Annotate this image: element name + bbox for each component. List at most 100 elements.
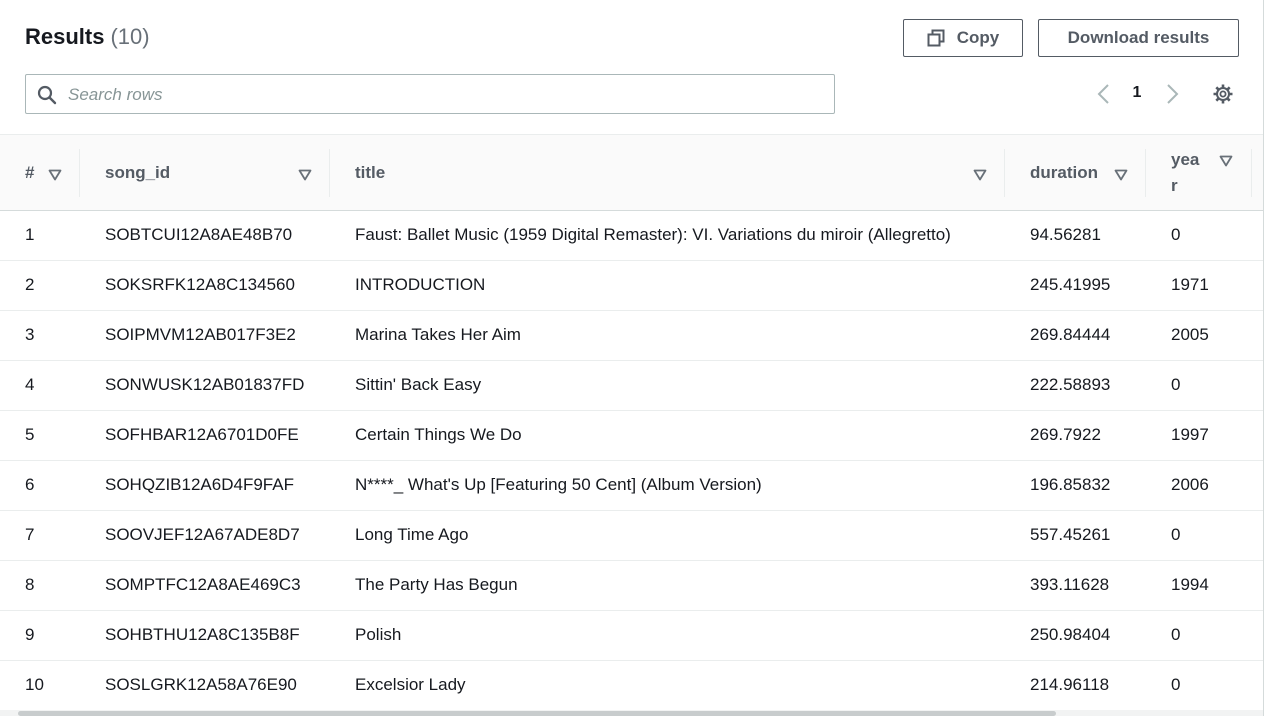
cell-duration: 245.41995 [1030,275,1111,294]
cell-row-number: 5 [25,425,35,444]
search-input[interactable] [66,81,830,109]
column-header-title[interactable]: title [330,135,1005,211]
table-row[interactable]: 6 SOHQZIB12A6D4F9FAF N****_ What's Up [F… [0,461,1263,511]
cell-year: 0 [1171,525,1181,544]
cell-title: N****_ What's Up [Featuring 50 Cent] (Al… [355,475,762,494]
page-number-button[interactable]: 1 [1125,84,1149,102]
cell-title: Polish [355,625,402,644]
caret-down-icon[interactable] [1114,168,1128,181]
cell-year: 2005 [1171,325,1209,344]
cell-song-id: SOOVJEF12A67ADE8D7 [105,525,300,544]
results-title-label: Results [25,24,105,49]
caret-down-icon[interactable] [48,168,62,181]
cell-row-number: 9 [25,625,35,644]
table-body: 1 SOBTCUI12A8AE48B70 Faust: Ballet Music… [0,211,1263,711]
cell-year: 0 [1171,625,1181,644]
search-rows-field[interactable] [25,74,835,114]
column-header-song-id[interactable]: song_id [80,135,330,211]
cell-duration: 269.7922 [1030,425,1101,444]
caret-down-icon[interactable] [1219,154,1233,167]
column-header-duration[interactable]: duration [1005,135,1146,211]
download-results-label: Download results [1067,28,1210,47]
cell-row-number: 8 [25,575,35,594]
cell-year: 0 [1171,675,1181,694]
chevron-left-icon [1097,84,1109,104]
cell-row-number: 3 [25,325,35,344]
cell-song-id: SOHQZIB12A6D4F9FAF [105,475,294,494]
table-row[interactable]: 10 SOSLGRK12A58A76E90 Excelsior Lady 214… [0,661,1263,711]
cell-year: 0 [1171,225,1181,244]
column-label-title: title [355,163,386,182]
next-page-button[interactable] [1161,82,1183,106]
column-header-num[interactable]: # [0,135,80,211]
cell-duration: 269.84444 [1030,325,1111,344]
cell-row-number: 1 [25,225,35,244]
download-results-button[interactable]: Download results [1038,19,1239,57]
column-label-num: # [25,163,35,182]
cell-year: 2006 [1171,475,1209,494]
copy-button-label: Copy [956,28,1000,47]
cell-year: 0 [1171,375,1181,394]
cell-year: 1971 [1171,275,1209,294]
cell-duration: 196.85832 [1030,475,1111,494]
cell-title: INTRODUCTION [355,275,486,294]
table-row[interactable]: 7 SOOVJEF12A67ADE8D7 Long Time Ago 557.4… [0,511,1263,561]
cell-duration: 557.45261 [1030,525,1111,544]
cell-year: 1994 [1171,575,1209,594]
search-icon [37,85,57,105]
table-header: # song_id title duration yea r [0,134,1263,211]
results-title: Results (10) [25,24,150,50]
results-header: Results(10) Copy Download results 1 [0,0,1263,134]
table-row[interactable]: 5 SOFHBAR12A6701D0FE Certain Things We D… [0,411,1263,461]
cell-song-id: SOSLGRK12A58A76E90 [105,675,297,694]
panel-right-border [1263,0,1264,716]
column-label-duration: duration [1030,163,1098,182]
cell-duration: 393.11628 [1030,575,1110,594]
cell-year: 1997 [1171,425,1209,444]
results-table: # song_id title duration yea r 1 SOBTCUI… [0,134,1263,716]
cell-title: Long Time Ago [355,525,469,544]
cell-duration: 250.98404 [1030,625,1111,644]
column-label-year-line2: r [1171,176,1178,195]
chevron-right-icon [1167,84,1179,104]
cell-song-id: SOIPMVM12AB017F3E2 [105,325,296,344]
table-row[interactable]: 4 SONWUSK12AB01837FD Sittin' Back Easy 2… [0,361,1263,411]
cell-song-id: SOFHBAR12A6701D0FE [105,425,299,444]
cell-song-id: SOMPTFC12A8AE469C3 [105,575,301,594]
table-row[interactable]: 9 SOHBTHU12A8C135B8F Polish 250.98404 0 [0,611,1263,661]
preferences-button[interactable] [1211,82,1235,106]
cell-row-number: 10 [25,675,44,694]
cell-title: Faust: Ballet Music (1959 Digital Remast… [355,225,951,244]
cell-song-id: SOHBTHU12A8C135B8F [105,625,300,644]
table-row[interactable]: 8 SOMPTFC12A8AE469C3 The Party Has Begun… [0,561,1263,611]
cell-row-number: 6 [25,475,35,494]
cell-row-number: 4 [25,375,35,394]
copy-icon [927,29,945,47]
column-divider[interactable] [1251,149,1252,197]
cell-song-id: SONWUSK12AB01837FD [105,375,305,394]
cell-title: The Party Has Begun [355,575,518,594]
cell-title: Sittin' Back Easy [355,375,482,394]
cell-song-id: SOBTCUI12A8AE48B70 [105,225,293,244]
caret-down-icon[interactable] [973,168,987,181]
cell-title: Certain Things We Do [355,425,522,444]
cell-duration: 214.96118 [1030,675,1110,694]
previous-page-button[interactable] [1093,82,1115,106]
cell-row-number: 7 [25,525,35,544]
cell-row-number: 2 [25,275,35,294]
horizontal-scrollbar-thumb[interactable] [18,711,1056,716]
column-label-year-line1: yea [1171,150,1200,169]
column-label-song-id: song_id [105,163,171,182]
results-count: (10) [110,24,150,49]
copy-button[interactable]: Copy [903,19,1023,57]
cell-title: Excelsior Lady [355,675,466,694]
cell-song-id: SOKSRFK12A8C134560 [105,275,295,294]
cell-duration: 222.58893 [1030,375,1111,394]
caret-down-icon[interactable] [298,168,312,181]
column-header-year[interactable]: yea r [1146,135,1252,211]
table-row[interactable]: 3 SOIPMVM12AB017F3E2 Marina Takes Her Ai… [0,311,1263,361]
table-row[interactable]: 2 SOKSRFK12A8C134560 INTRODUCTION 245.41… [0,261,1263,311]
cell-duration: 94.56281 [1030,225,1101,244]
table-row[interactable]: 1 SOBTCUI12A8AE48B70 Faust: Ballet Music… [0,211,1263,261]
gear-icon [1213,84,1233,104]
